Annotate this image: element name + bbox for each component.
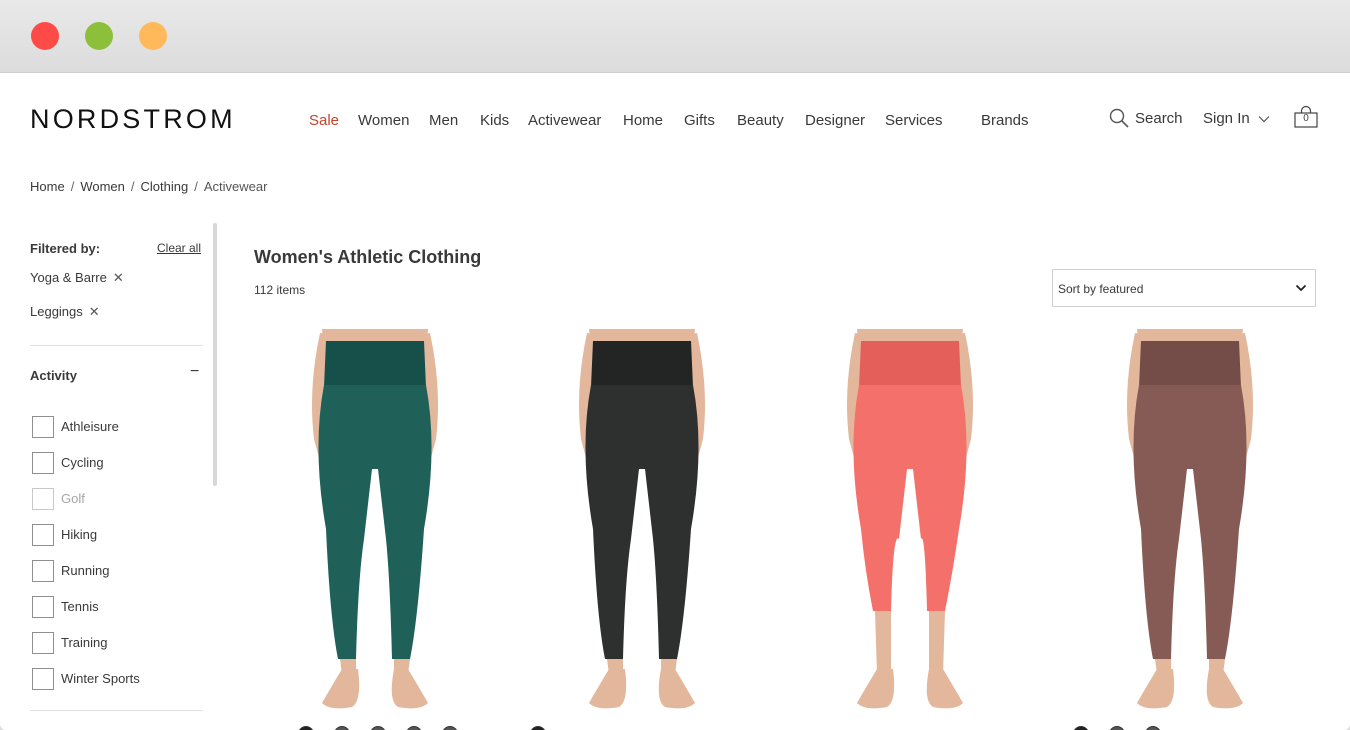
remove-filter-icon[interactable]: ✕ [89, 304, 100, 319]
search-icon [1109, 108, 1129, 128]
color-swatch[interactable] [1109, 726, 1125, 730]
page-title: Women's Athletic Clothing [254, 247, 482, 267]
chevron-down-icon [1258, 116, 1270, 123]
breadcrumb: Home / Women / Clothing / Activewear [30, 179, 268, 194]
checkbox [32, 488, 54, 510]
product-image[interactable] [795, 329, 1025, 713]
color-swatch[interactable] [298, 726, 314, 730]
nav-kids[interactable]: Kids [480, 112, 509, 129]
checkbox-label: Training [61, 635, 108, 650]
checkbox[interactable] [32, 524, 54, 546]
checkbox[interactable] [32, 560, 54, 582]
checkbox[interactable] [32, 452, 54, 474]
minimize-window-button[interactable] [85, 22, 113, 50]
active-filter-label: Leggings [30, 304, 83, 319]
checkbox[interactable] [32, 668, 54, 690]
filtered-by-heading: Filtered by: [30, 241, 101, 256]
checkbox-label: Cycling [61, 455, 104, 470]
shopping-bag-button[interactable]: 0 [1293, 105, 1319, 131]
product-image[interactable] [1075, 329, 1305, 713]
clear-all-link[interactable]: Clear all [157, 241, 201, 255]
product-card[interactable] [527, 329, 757, 713]
nav-home[interactable]: Home [623, 112, 663, 129]
checkbox-label: Winter Sports [61, 671, 140, 686]
breadcrumb-clothing[interactable]: Clothing [141, 179, 189, 194]
checkbox[interactable] [32, 596, 54, 618]
nav-men[interactable]: Men [429, 112, 458, 129]
activity-facet-title[interactable]: Activity [30, 368, 77, 383]
color-swatch[interactable] [370, 726, 386, 730]
collapse-icon[interactable]: − [190, 363, 199, 381]
color-swatch[interactable] [1073, 726, 1089, 730]
maximize-window-button[interactable] [139, 22, 167, 50]
nav-designer[interactable]: Designer [805, 112, 865, 129]
window-titlebar [0, 0, 1350, 73]
sort-select[interactable]: Sort by featured [1052, 269, 1316, 307]
divider [30, 710, 203, 711]
sign-in-label: Sign In [1203, 110, 1250, 127]
divider [30, 345, 203, 346]
active-filter-chip[interactable]: Leggings ✕ [30, 304, 100, 320]
checkbox-label: Tennis [61, 599, 99, 614]
filter-sidebar: Filtered by: Clear all Yoga & Barre ✕ Leg… [30, 223, 220, 730]
nav-sale[interactable]: Sale [309, 112, 339, 129]
checkbox-label: Hiking [61, 527, 98, 542]
color-swatch[interactable] [442, 726, 458, 730]
web-page: NORDSTROM Sale Women Men Kids Activewear… [0, 73, 1350, 730]
color-swatch[interactable] [406, 726, 422, 730]
product-card[interactable] [1075, 329, 1305, 713]
item-count: 112 items [254, 283, 306, 297]
nav-activewear[interactable]: Activewear [528, 112, 601, 129]
nav-services[interactable]: Services [885, 112, 943, 129]
chevron-down-icon [1295, 284, 1307, 292]
product-image[interactable] [260, 329, 490, 713]
bag-count: 0 [1303, 113, 1309, 124]
color-swatch[interactable] [530, 726, 546, 730]
active-filter-label: Yoga & Barre [30, 270, 107, 285]
sort-selected-label: Sort by featured [1058, 282, 1144, 296]
breadcrumb-activewear: Activewear [203, 179, 268, 194]
nav-gifts[interactable]: Gifts [684, 112, 715, 129]
color-swatch[interactable] [1145, 726, 1161, 730]
breadcrumb-women[interactable]: Women [80, 179, 125, 194]
product-image[interactable] [527, 329, 757, 713]
checkbox[interactable] [32, 416, 54, 438]
breadcrumb-home[interactable]: Home [30, 179, 65, 194]
product-card[interactable] [260, 329, 490, 713]
color-swatch[interactable] [334, 726, 350, 730]
nav-beauty[interactable]: Beauty [737, 112, 784, 129]
checkbox-label: Running [61, 563, 110, 578]
nav-brands[interactable]: Brands [981, 112, 1029, 129]
nav-women[interactable]: Women [358, 112, 409, 129]
product-card[interactable] [795, 329, 1025, 713]
nordstrom-logo[interactable]: NORDSTROM [30, 104, 236, 135]
close-window-button[interactable] [31, 22, 59, 50]
active-filter-chip[interactable]: Yoga & Barre ✕ [30, 270, 124, 286]
checkbox-label: Golf [61, 491, 85, 506]
checkbox[interactable] [32, 632, 54, 654]
checkbox-label: Athleisure [61, 419, 119, 434]
remove-filter-icon[interactable]: ✕ [113, 270, 124, 285]
sign-in-menu[interactable]: Sign In [1203, 110, 1270, 127]
sidebar-scrollbar[interactable] [213, 223, 217, 486]
search-label: Search [1135, 110, 1183, 127]
browser-window: NORDSTROM Sale Women Men Kids Activewear… [0, 0, 1350, 730]
